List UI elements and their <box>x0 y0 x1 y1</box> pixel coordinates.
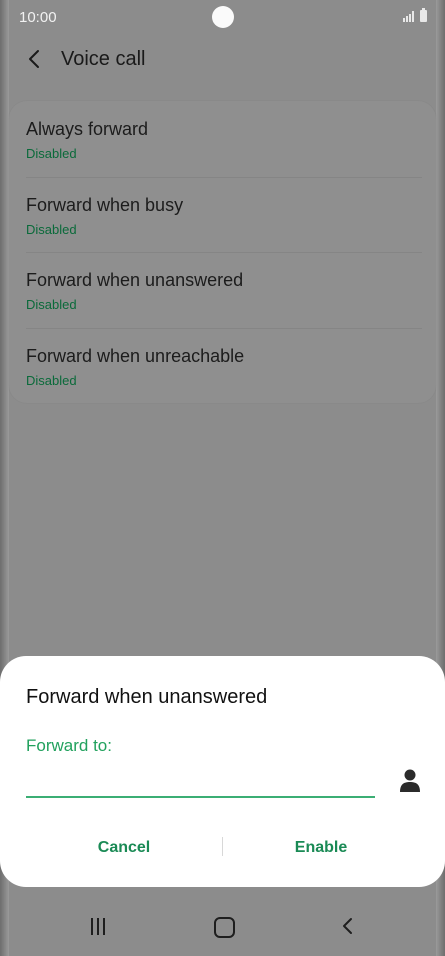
list-item-title: Forward when unanswered <box>26 270 244 290</box>
list-item-status: Disabled <box>26 146 77 161</box>
list-item-title: Forward when unreachable <box>26 346 245 366</box>
list-item-forward-when-unanswered[interactable]: Forward when unanswered Disabled <box>26 252 422 327</box>
list-item-status: Disabled <box>26 222 77 237</box>
list-item-title: Always forward <box>26 119 149 139</box>
home-icon[interactable] <box>214 917 235 938</box>
person-icon <box>400 769 420 792</box>
status-time: 10:00 <box>19 9 57 26</box>
list-item-status: Disabled <box>26 373 77 388</box>
recents-icon[interactable] <box>91 918 111 936</box>
forward-dialog: Forward when unanswered Forward to: Canc… <box>0 656 445 887</box>
cancel-button[interactable]: Cancel <box>24 832 224 862</box>
back-icon[interactable] <box>338 916 358 936</box>
battery-icon <box>420 8 427 22</box>
screen: 10:00 Voice call Always forward Disabled… <box>0 0 445 956</box>
status-bar: 10:00 <box>0 0 445 34</box>
forward-number-input[interactable] <box>26 766 375 798</box>
camera-cutout <box>212 6 234 28</box>
list-item-title: Forward when busy <box>26 195 184 215</box>
list-item-status: Disabled <box>26 297 77 312</box>
contacts-button[interactable] <box>398 768 422 794</box>
list-item-forward-when-busy[interactable]: Forward when busy Disabled <box>26 177 422 252</box>
chevron-left-icon <box>29 50 39 68</box>
navigation-bar <box>0 896 445 956</box>
page-title: Voice call <box>61 48 146 70</box>
dialog-title: Forward when unanswered <box>26 686 268 708</box>
signal-icon <box>403 11 414 22</box>
list-item-forward-when-unreachable[interactable]: Forward when unreachable Disabled <box>26 328 422 403</box>
app-header: Voice call <box>0 40 445 78</box>
list-item-always-forward[interactable]: Always forward Disabled <box>26 101 422 176</box>
forward-to-label: Forward to: <box>26 736 112 755</box>
back-button[interactable] <box>24 48 46 70</box>
status-icons <box>403 8 427 22</box>
dialog-actions: Cancel Enable <box>0 832 445 862</box>
forwarding-options-list: Always forward Disabled Forward when bus… <box>9 101 436 403</box>
enable-button[interactable]: Enable <box>221 832 421 862</box>
